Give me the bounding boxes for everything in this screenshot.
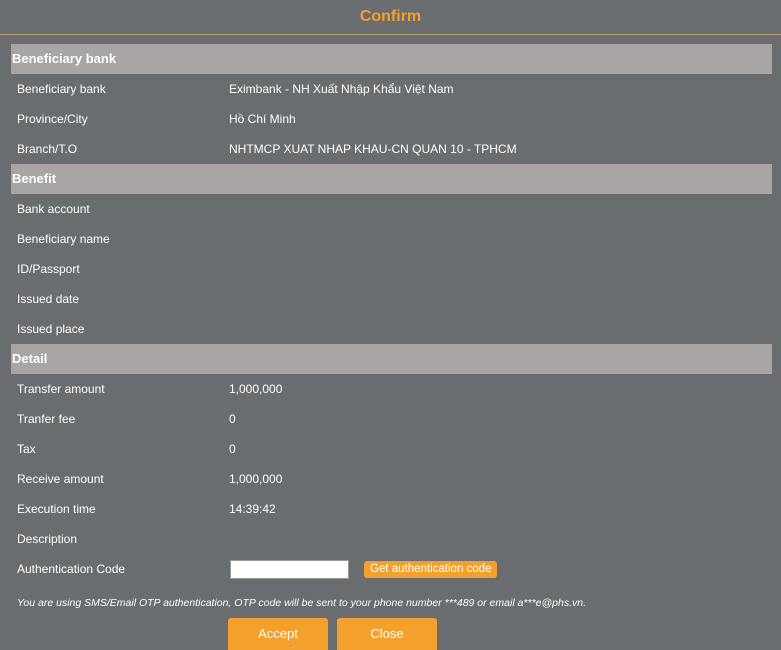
label-beneficiary-bank: Beneficiary bank [17, 82, 106, 96]
row-id-passport: ID/Passport [11, 254, 772, 284]
section-header-beneficiary-bank: Beneficiary bank [11, 44, 772, 74]
label-tax: Tax [17, 442, 36, 456]
accept-button[interactable]: Accept [228, 618, 328, 650]
label-bank-account: Bank account [17, 202, 90, 216]
label-beneficiary-name: Beneficiary name [17, 232, 110, 246]
row-authentication-code: Authentication Code Get authentication c… [11, 554, 772, 584]
value-transfer-fee: 0 [229, 412, 236, 426]
row-bank-account: Bank account [11, 194, 772, 224]
row-province-city: Province/City Hồ Chí Minh [11, 104, 772, 134]
label-transfer-fee: Tranfer fee [17, 412, 76, 426]
confirm-dialog: Confirm Beneficiary bank Beneficiary ban… [0, 0, 781, 650]
row-execution-time: Execution time 14:39:42 [11, 494, 772, 524]
close-button[interactable]: Close [337, 618, 437, 650]
value-branch: NHTMCP XUAT NHAP KHAU-CN QUAN 10 - TPHCM [229, 142, 517, 156]
label-branch: Branch/T.O [17, 142, 78, 156]
value-transfer-amount: 1,000,000 [229, 382, 283, 396]
label-issued-place: Issued place [17, 322, 85, 336]
value-beneficiary-bank: Eximbank - NH Xuất Nhập Khẩu Việt Nam [229, 82, 454, 96]
row-beneficiary-bank: Beneficiary bank Eximbank - NH Xuất Nhập… [11, 74, 772, 104]
label-province-city: Province/City [17, 112, 88, 126]
label-authentication-code: Authentication Code [17, 562, 126, 576]
otp-note: You are using SMS/Email OTP authenticati… [17, 597, 587, 609]
label-description: Description [17, 532, 78, 546]
section-header-benefit: Benefit [11, 164, 772, 194]
label-issued-date: Issued date [17, 292, 80, 306]
value-receive-amount: 1,000,000 [229, 472, 283, 486]
row-beneficiary-name: Beneficiary name [11, 224, 772, 254]
row-transfer-fee: Tranfer fee 0 [11, 404, 772, 434]
authentication-code-input[interactable] [230, 560, 349, 579]
label-execution-time: Execution time [17, 502, 96, 516]
row-issued-date: Issued date [11, 284, 772, 314]
section-header-detail: Detail [11, 344, 772, 374]
confirm-content: Beneficiary bank Beneficiary bank Eximba… [11, 44, 772, 609]
row-transfer-amount: Transfer amount 1,000,000 [11, 374, 772, 404]
row-tax: Tax 0 [11, 434, 772, 464]
row-receive-amount: Receive amount 1,000,000 [11, 464, 772, 494]
row-branch: Branch/T.O NHTMCP XUAT NHAP KHAU-CN QUAN… [11, 134, 772, 164]
row-description: Description [11, 524, 772, 554]
get-authentication-code-button[interactable]: Get authentication code [364, 561, 498, 578]
label-transfer-amount: Transfer amount [17, 382, 105, 396]
value-province-city: Hồ Chí Minh [229, 112, 296, 126]
label-id-passport: ID/Passport [17, 262, 80, 276]
row-issued-place: Issued place [11, 314, 772, 344]
label-receive-amount: Receive amount [17, 472, 104, 486]
value-execution-time: 14:39:42 [229, 502, 276, 516]
dialog-title: Confirm [0, 0, 781, 35]
value-tax: 0 [229, 442, 236, 456]
